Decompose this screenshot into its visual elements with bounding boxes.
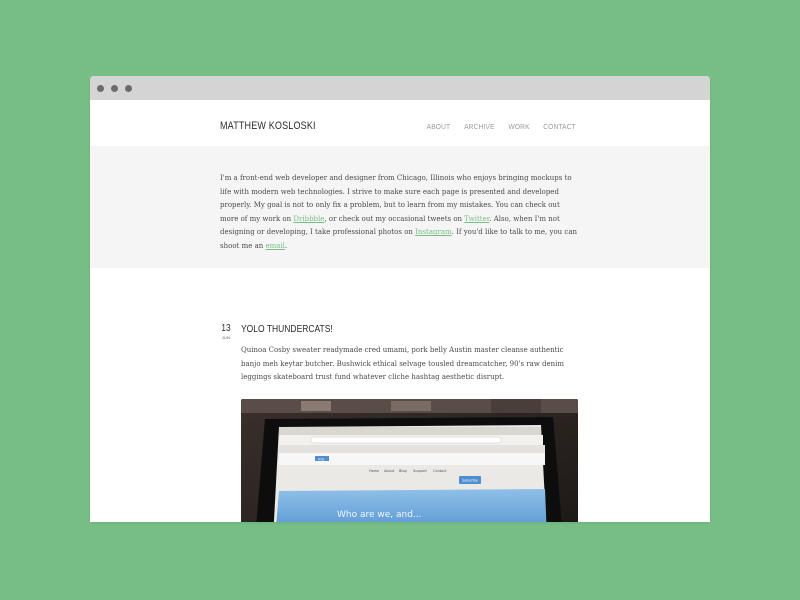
window-control-dot[interactable]: [97, 85, 104, 92]
nav-link-archive[interactable]: ARCHIVE: [464, 122, 495, 131]
email-link[interactable]: email: [265, 242, 284, 250]
post-day: 13: [221, 323, 231, 334]
post-image: iOS Home About Blog Support Contact Subs…: [241, 399, 578, 522]
photo-nav-home: Home: [369, 469, 379, 473]
site-title[interactable]: MATTHEW KOSLOSKI: [220, 120, 316, 132]
twitter-link[interactable]: Twitter: [464, 215, 489, 223]
laptop-photo: iOS Home About Blog Support Contact Subs…: [241, 399, 578, 522]
post-title[interactable]: YOLO THUNDERCATS!: [241, 324, 333, 335]
main-nav: ABOUT ARCHIVE WORK CONTACT: [415, 122, 578, 131]
nav-link-about[interactable]: ABOUT: [427, 122, 451, 131]
post-month: JUN: [221, 335, 231, 340]
photo-nav-contact: Contact: [433, 469, 447, 473]
photo-nav-about: About: [384, 469, 395, 473]
post-date: 13 JUN: [220, 323, 232, 340]
photo-nav-blog: Blog: [399, 469, 407, 473]
photo-subscribe-button: Subscribe: [462, 479, 478, 483]
window-control-dot[interactable]: [125, 85, 132, 92]
intro-section: I'm a front-end web developer and design…: [90, 146, 710, 268]
window-control-dot[interactable]: [111, 85, 118, 92]
intro-text: I'm a front-end web developer and design…: [220, 174, 578, 250]
site-header: MATTHEW KOSLOSKI ABOUT ARCHIVE WORK CONT…: [90, 100, 710, 146]
svg-text:iOS: iOS: [318, 458, 325, 462]
browser-window: MATTHEW KOSLOSKI ABOUT ARCHIVE WORK CONT…: [90, 76, 710, 522]
nav-link-work[interactable]: WORK: [508, 122, 529, 131]
nav-link-contact[interactable]: CONTACT: [543, 122, 576, 131]
instagram-link[interactable]: Instagram: [415, 228, 452, 236]
photo-headline: Who are we, and...: [337, 510, 422, 520]
photo-nav-support: Support: [413, 469, 427, 473]
window-titlebar: [90, 76, 710, 100]
dribbble-link[interactable]: Dribbble: [293, 215, 324, 223]
post-body: Quinoa Cosby sweater readymade cred umam…: [241, 346, 565, 382]
